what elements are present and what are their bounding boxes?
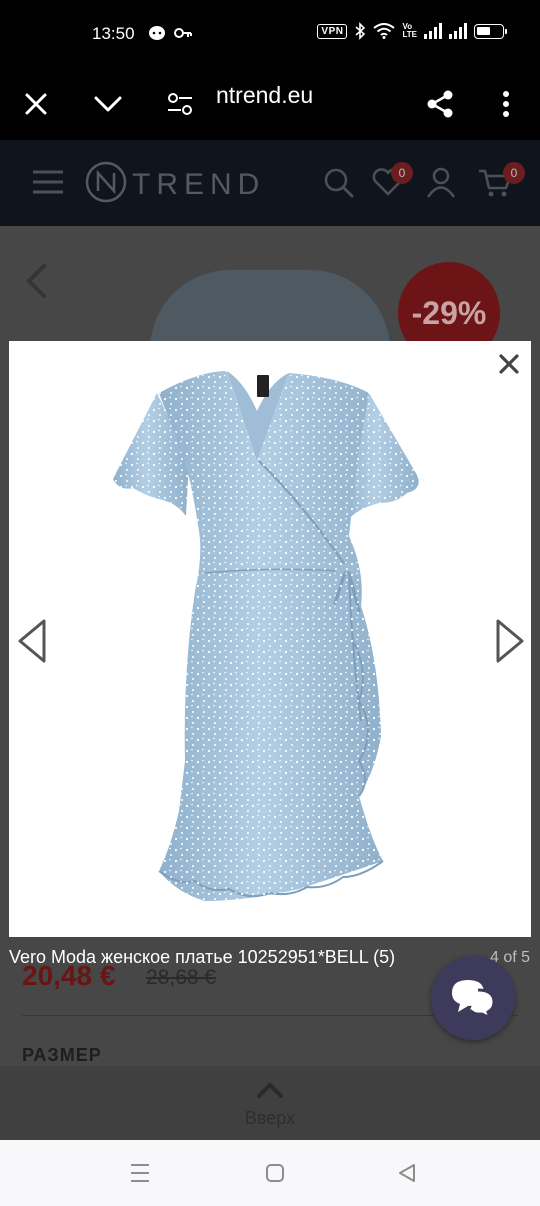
product-old-price: 28,68 € xyxy=(146,966,217,989)
site-header xyxy=(0,140,540,226)
chevron-up-icon xyxy=(257,1083,283,1098)
key-icon xyxy=(174,28,192,38)
signal-icon xyxy=(424,23,442,39)
user-icon[interactable] xyxy=(426,166,456,198)
dress-image xyxy=(113,371,419,901)
lightbox-caption: Vero Moda женское платье 10252951*BELL (… xyxy=(9,947,396,967)
scroll-to-top-label: Вверх xyxy=(244,1108,296,1128)
hamburger-menu-icon[interactable] xyxy=(32,170,64,194)
wishlist-count-badge: 0 xyxy=(391,162,413,184)
gallery-prev-icon[interactable] xyxy=(24,264,50,298)
lightbox-next-button[interactable] xyxy=(492,617,528,665)
chat-icon xyxy=(452,980,496,1020)
status-bar: 13:50 VPN Vo LTE xyxy=(0,0,540,68)
bluetooth-icon xyxy=(355,22,366,40)
share-button[interactable] xyxy=(418,82,462,126)
more-options-button[interactable] xyxy=(484,82,528,126)
chevron-right-icon xyxy=(496,619,524,663)
size-section-title: РАЗМЕР xyxy=(22,1045,102,1065)
more-vert-icon xyxy=(503,91,509,117)
site-settings-button[interactable] xyxy=(158,82,202,126)
site-settings-icon xyxy=(168,93,192,115)
chat-bubble-icon xyxy=(149,26,165,40)
status-time: 13:50 xyxy=(92,24,135,43)
battery-icon xyxy=(474,23,507,39)
lightbox-close-button[interactable] xyxy=(497,352,521,376)
android-navigation-bar xyxy=(0,1140,540,1206)
vpn-badge: VPN xyxy=(317,23,348,39)
logo-n-icon[interactable] xyxy=(84,160,128,204)
url-bar[interactable]: ntrend.eu xyxy=(216,82,313,109)
collapse-button[interactable] xyxy=(86,82,130,126)
wifi-icon xyxy=(373,23,396,39)
lightbox-prev-button[interactable] xyxy=(14,617,50,665)
close-icon xyxy=(25,93,47,115)
signal-icon xyxy=(449,23,467,39)
search-icon[interactable] xyxy=(324,168,354,198)
share-icon xyxy=(427,90,453,118)
home-icon[interactable] xyxy=(264,1162,286,1184)
lightbox-image-frame xyxy=(9,341,531,937)
site-logo[interactable]: TREND xyxy=(132,168,265,202)
recent-apps-icon[interactable] xyxy=(128,1162,152,1184)
chevron-down-icon xyxy=(94,96,122,112)
live-chat-button[interactable] xyxy=(431,956,515,1040)
cart-count-badge: 0 xyxy=(503,162,525,184)
close-tab-button[interactable] xyxy=(14,82,58,126)
volte-indicator: Vo LTE xyxy=(402,22,417,39)
back-icon[interactable] xyxy=(396,1162,418,1184)
close-icon xyxy=(499,354,519,374)
chevron-left-icon xyxy=(18,619,46,663)
